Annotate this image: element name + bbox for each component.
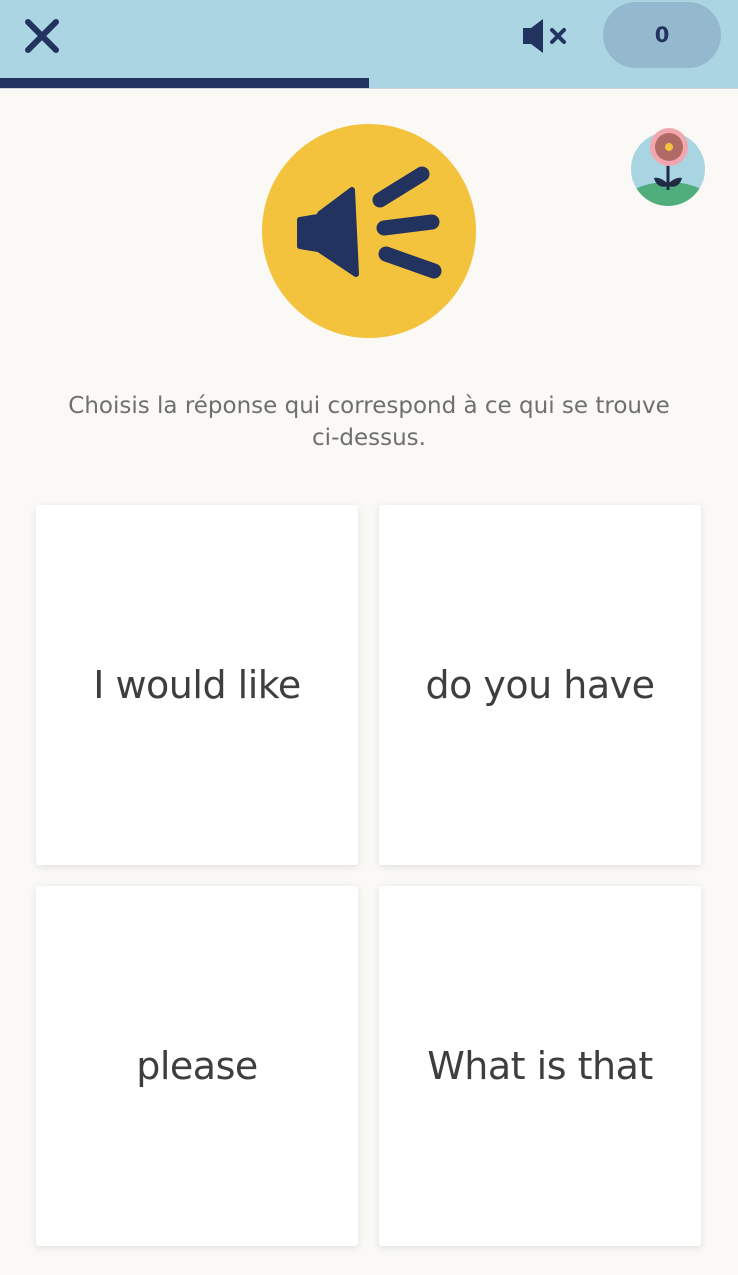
speaker-icon — [297, 166, 442, 279]
progress-fill — [0, 78, 369, 88]
answer-option-label: do you have — [425, 663, 655, 707]
progress-bar — [0, 78, 738, 89]
speaker-muted-icon — [523, 19, 566, 53]
answer-option-label: I would like — [93, 663, 301, 707]
flower-avatar-icon — [631, 128, 705, 206]
score-badge: 0 — [603, 2, 721, 68]
answer-option-label: What is that — [427, 1044, 653, 1088]
mute-button[interactable] — [518, 14, 574, 58]
answer-option-2[interactable]: do you have — [379, 505, 701, 865]
top-bar: 0 — [0, 0, 738, 78]
instruction-text: Choisis la réponse qui correspond à ce q… — [68, 393, 670, 451]
close-button[interactable] — [20, 14, 64, 58]
score-value: 0 — [654, 23, 670, 47]
close-icon — [25, 19, 59, 53]
answer-option-1[interactable]: I would like — [36, 505, 358, 865]
answer-option-3[interactable]: please — [36, 886, 358, 1246]
answer-option-4[interactable]: What is that — [379, 886, 701, 1246]
avatar[interactable] — [630, 128, 708, 208]
answer-option-label: please — [136, 1044, 258, 1088]
play-audio-button[interactable] — [262, 124, 476, 338]
